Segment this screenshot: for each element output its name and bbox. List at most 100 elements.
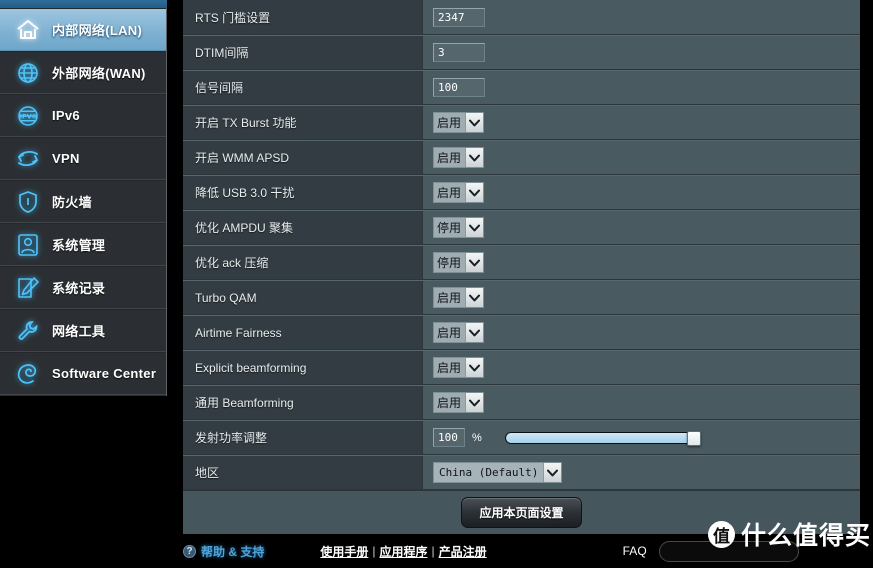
utility-link[interactable]: 应用程序 [379,543,427,560]
chevron-down-icon [465,393,484,412]
settings-row: 发射功率调整% [183,420,860,455]
sidebar-item-label: 防火墙 [52,195,92,210]
sidebar-item-network-tools[interactable]: 网络工具 [0,309,166,352]
settings-dropdown[interactable]: 启用 [433,357,485,378]
apply-settings-button[interactable]: 应用本页面设置 [461,497,582,528]
settings-row-label: 优化 AMPDU 聚集 [183,211,423,244]
settings-row-value: 停用 [423,211,860,244]
settings-row: Airtime Fairness 启用 [183,315,860,350]
settings-dropdown-value: 启用 [434,393,466,412]
settings-text-input[interactable] [433,7,485,27]
sidebar-item-label: IPv6 [52,108,80,123]
sidebar-top-accent-bar [0,0,167,8]
settings-dropdown[interactable]: 启用 [433,392,485,413]
settings-row-value: 启用 [423,176,860,209]
tx-power-slider-handle[interactable] [686,430,701,446]
home-icon [10,13,46,47]
sidebar-item-lan[interactable]: 内部网络(LAN) [0,8,166,51]
footer-separator-2: | [431,544,435,558]
settings-dropdown-value: 启用 [434,183,466,202]
settings-row-value: China (Default) [423,456,860,489]
settings-row: 开启 WMM APSD 启用 [183,140,860,175]
settings-dropdown[interactable]: China (Default) [433,462,563,483]
tx-power-value-input[interactable] [433,428,465,447]
sidebar-item-label: 系统管理 [52,238,106,253]
settings-row-label: 发射功率调整 [183,421,423,454]
settings-row-value [423,36,860,69]
settings-dropdown[interactable]: 启用 [433,147,485,168]
tx-power-slider[interactable] [504,430,701,446]
settings-row: 通用 Beamforming 启用 [183,385,860,420]
settings-dropdown[interactable]: 启用 [433,112,485,133]
wireless-professional-settings-panel: RTS 门槛设置DTIM间隔信号间隔开启 TX Burst 功能启用开启 WMM… [183,0,860,534]
settings-row-label: RTS 门槛设置 [183,0,423,34]
settings-row: 开启 TX Burst 功能 启用 [183,105,860,140]
faq-link[interactable]: FAQ [623,544,647,558]
help-and-support-link[interactable]: ? 帮助 & 支持 [183,543,264,560]
chevron-down-icon [543,463,562,482]
settings-row-value: 启用 [423,316,860,349]
settings-row-value: 启用 [423,106,860,139]
settings-row: 地区 China (Default) [183,455,860,490]
sidebar-item-system-log[interactable]: 系统记录 [0,266,166,309]
settings-dropdown[interactable]: 停用 [433,252,485,273]
settings-dropdown-value: 启用 [434,288,466,307]
settings-row: Turbo QAM 启用 [183,280,860,315]
settings-row-label: 开启 TX Burst 功能 [183,106,423,139]
vpn-arrows-icon [10,142,46,176]
settings-row: 降低 USB 3.0 干扰 启用 [183,175,860,210]
settings-row-value: 启用 [423,141,860,174]
manual-link[interactable]: 使用手册 [320,543,368,560]
settings-dropdown-value: 启用 [434,148,466,167]
footer-links: 使用手册 | 应用程序 | 产品注册 [320,543,486,560]
sidebar-item-administration[interactable]: 系统管理 [0,223,166,266]
settings-row: 优化 AMPDU 聚集 停用 [183,210,860,245]
sidebar-item-firewall[interactable]: 防火墙 [0,180,166,223]
sidebar-item-wan[interactable]: 外部网络(WAN) [0,51,166,94]
sidebar-item-ipv6[interactable]: IPV6 IPv6 [0,94,166,137]
settings-row-label: 优化 ack 压缩 [183,246,423,279]
sidebar-item-label: 系统记录 [52,281,106,296]
footer-separator-1: | [372,544,376,558]
product-registration-link[interactable]: 产品注册 [439,543,487,560]
settings-row-label: 降低 USB 3.0 干扰 [183,176,423,209]
settings-row-value: 启用 [423,351,860,384]
page-footer: ? 帮助 & 支持 使用手册 | 应用程序 | 产品注册 FAQ [0,534,873,568]
globe-icon [10,56,46,90]
chevron-down-icon [465,358,484,377]
apply-bar: 应用本页面设置 [183,490,860,534]
svg-text:IPV6: IPV6 [20,112,37,120]
chevron-down-icon [465,113,484,132]
sidebar-item-software-center[interactable]: Software Center [0,352,166,395]
sidebar-item-vpn[interactable]: VPN [0,137,166,180]
settings-text-input[interactable] [433,78,485,97]
user-icon [10,228,46,262]
settings-row-label: Airtime Fairness [183,316,423,349]
percent-unit-label: % [472,431,482,444]
settings-text-input[interactable] [433,43,485,62]
notepad-pencil-icon [10,271,46,305]
shield-icon [10,185,46,219]
footer-search-input[interactable] [658,540,799,562]
sidebar-nav: 内部网络(LAN) 外部网络(WAN) IPV6 IPv6 VPN 防火墙 系统… [0,0,167,396]
settings-dropdown[interactable]: 停用 [433,217,485,238]
settings-dropdown-value: 启用 [434,323,466,342]
settings-dropdown[interactable]: 启用 [433,322,485,343]
settings-row-value [423,71,860,104]
help-and-support-label: 帮助 & 支持 [201,544,265,559]
settings-row-value: 启用 [423,386,860,419]
settings-row-label: 通用 Beamforming [183,386,423,419]
settings-dropdown[interactable]: 启用 [433,182,485,203]
chevron-down-icon [465,288,484,307]
wrench-icon [10,314,46,348]
settings-table: RTS 门槛设置DTIM间隔信号间隔开启 TX Burst 功能启用开启 WMM… [183,0,860,490]
settings-dropdown-value: 启用 [434,113,466,132]
settings-row: 优化 ack 压缩 停用 [183,245,860,280]
settings-row-label: 地区 [183,456,423,489]
sidebar-item-label: Software Center [52,366,157,381]
settings-row-label: Explicit beamforming [183,351,423,384]
chevron-down-icon [465,183,484,202]
settings-row: 信号间隔 [183,70,860,105]
spiral-icon [10,357,46,391]
settings-dropdown[interactable]: 启用 [433,287,485,308]
